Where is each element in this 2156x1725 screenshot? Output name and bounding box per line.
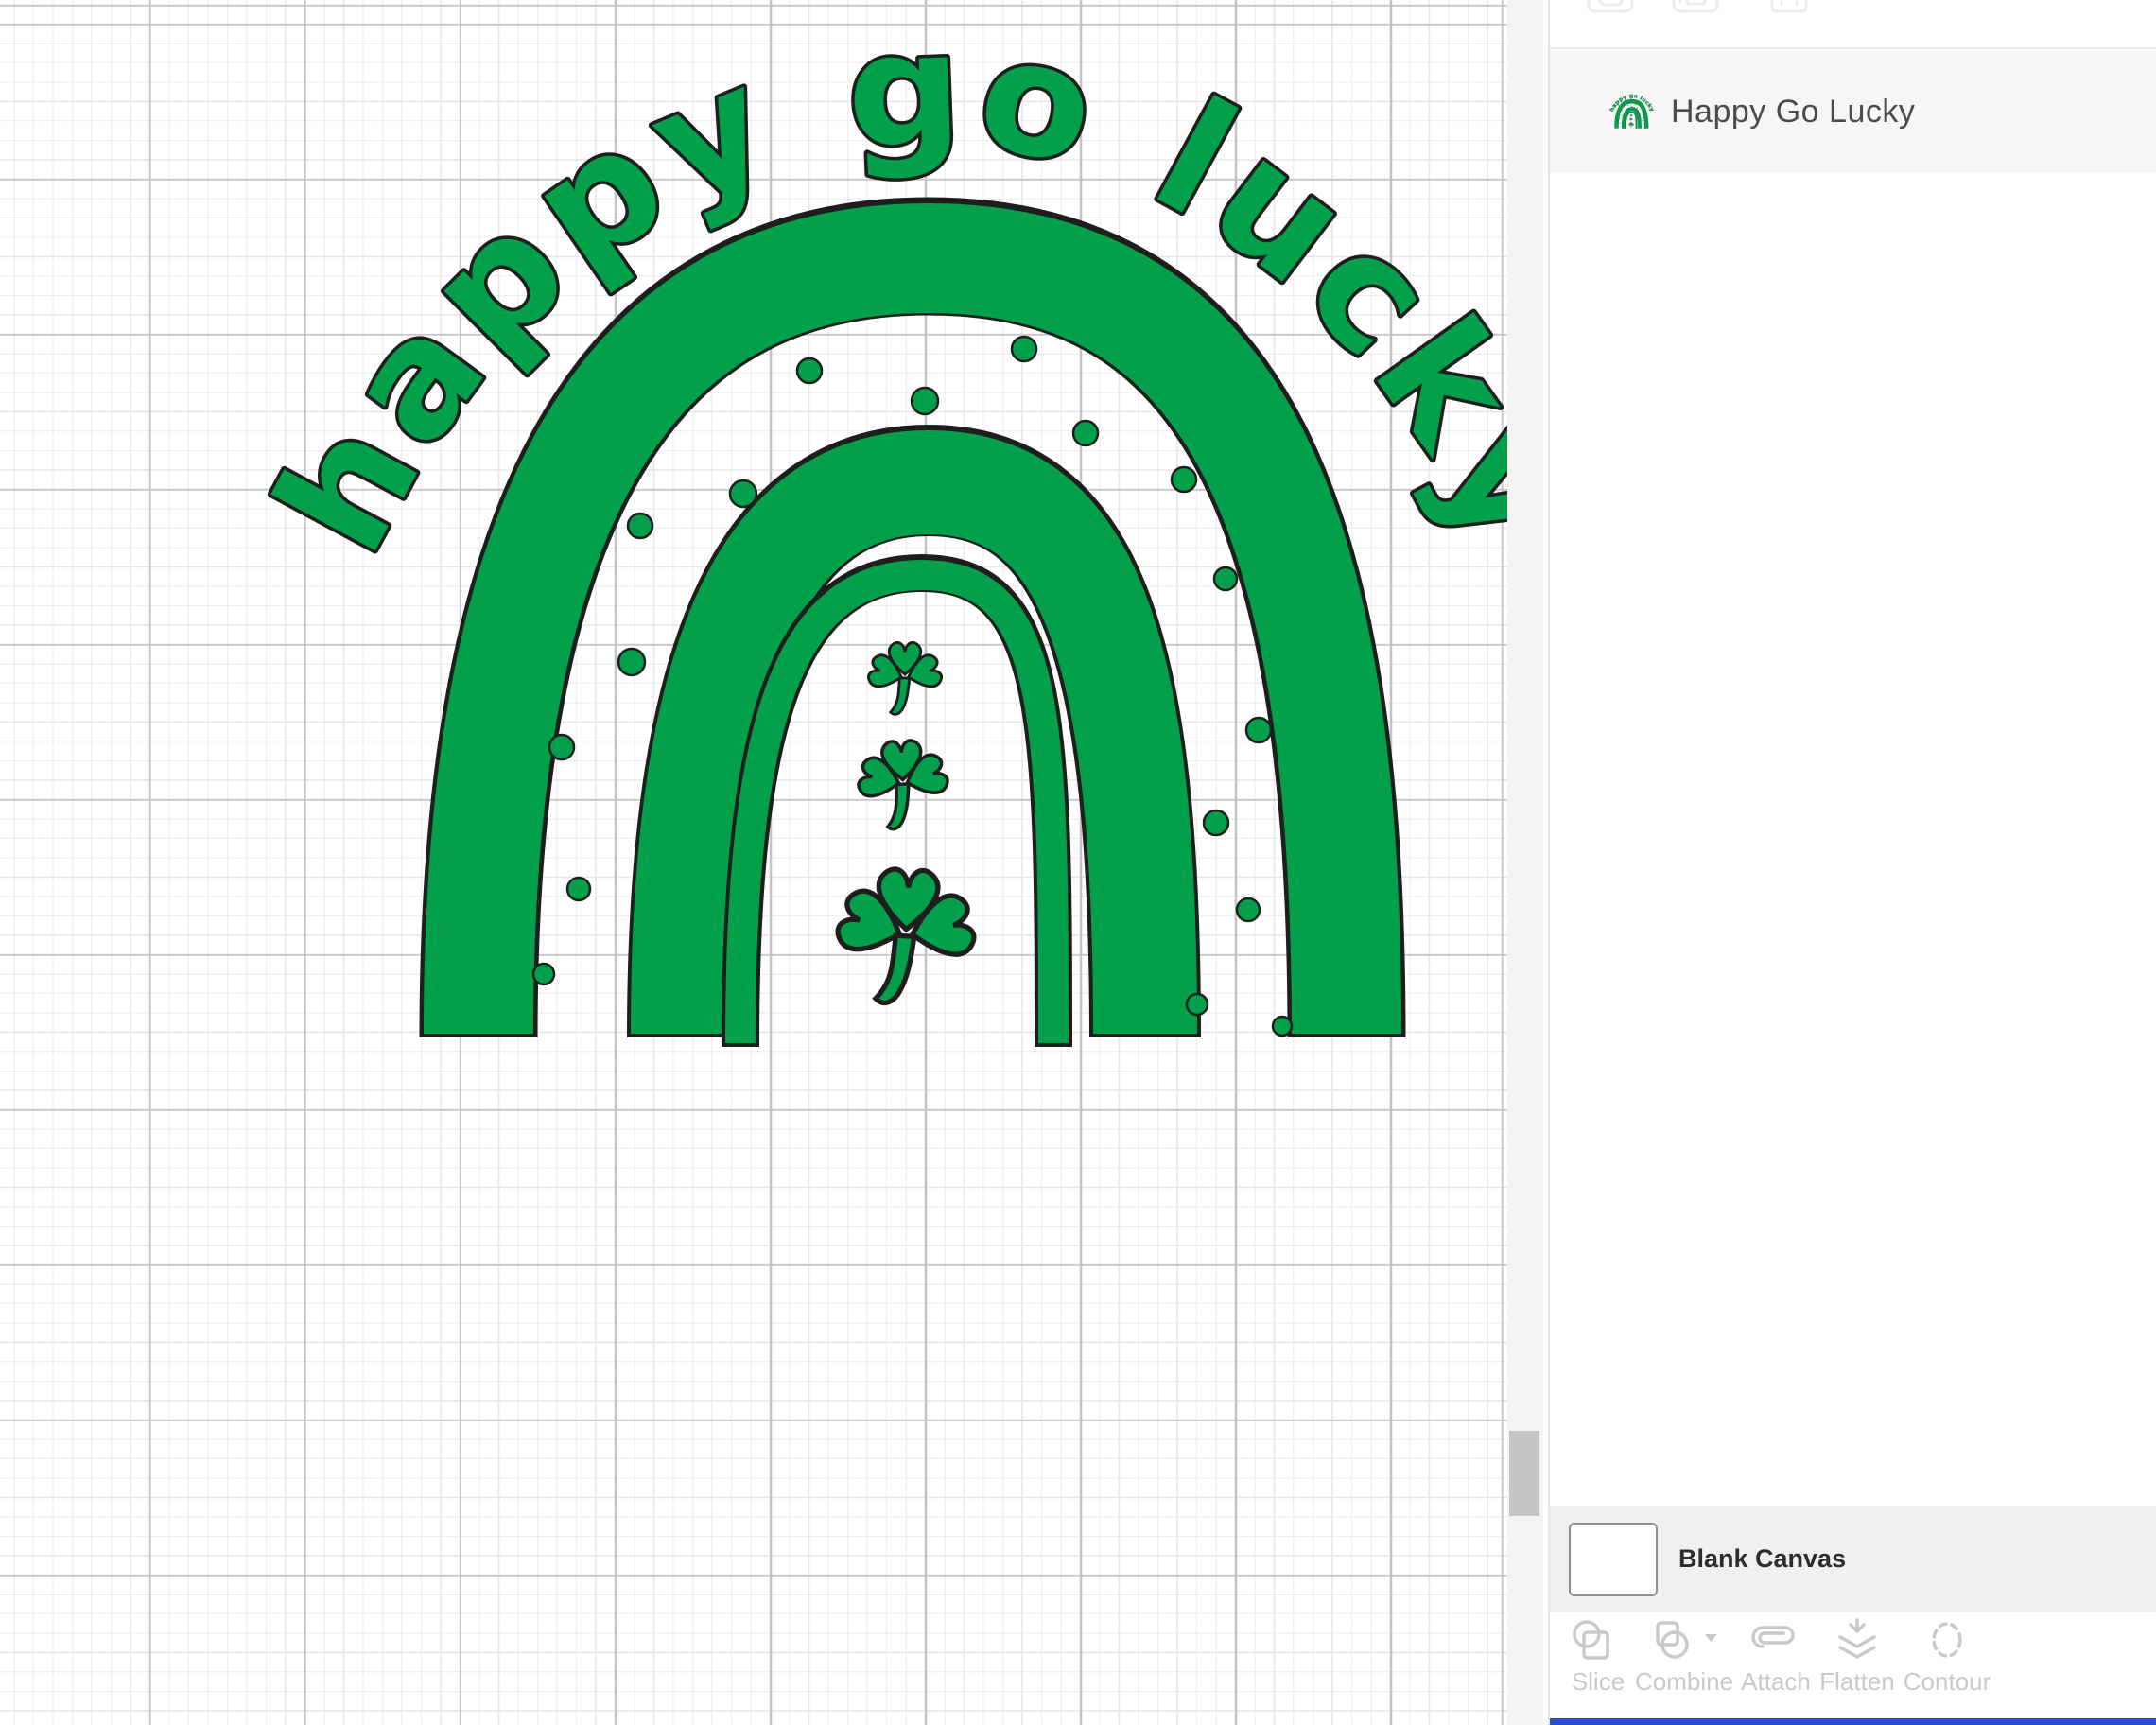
- happy-go-lucky-design[interactable]: happy go lucky: [238, 0, 1507, 1048]
- rainbow-dot[interactable]: [1244, 716, 1273, 744]
- blank-canvas-label: Blank Canvas: [1678, 1544, 1847, 1573]
- rainbow-dot[interactable]: [795, 357, 824, 385]
- attach-button[interactable]: Attach: [1730, 1618, 1821, 1697]
- combine-label: Combine: [1634, 1667, 1734, 1696]
- rainbow-dot[interactable]: [626, 512, 654, 540]
- shamrock[interactable]: [830, 866, 981, 1008]
- slice-icon: [1573, 1620, 1609, 1660]
- cricut-design-space-window: happy go lucky: [0, 0, 2156, 1725]
- rainbow-dot[interactable]: [531, 962, 556, 986]
- combine-icon: [1656, 1621, 1717, 1659]
- vertical-scrollbar-thumb[interactable]: [1509, 1431, 1539, 1516]
- contour-icon: [1932, 1622, 1962, 1658]
- layer-label: Happy Go Lucky: [1671, 93, 1916, 130]
- layers-panel: Happy Go Lucky Blank Canvas Slice Combin…: [1548, 0, 2156, 1725]
- vertical-scrollbar-track[interactable]: [1507, 0, 1543, 1725]
- flatten-label: Flatten: [1819, 1667, 1895, 1696]
- design-canvas-grid[interactable]: happy go lucky: [0, 0, 1507, 1725]
- rainbow-dot[interactable]: [1271, 1015, 1294, 1037]
- rainbow-dot[interactable]: [617, 647, 647, 677]
- flatten-icon: [1838, 1618, 1876, 1659]
- bottom-accent-bar: [1550, 1718, 2156, 1725]
- slice-label: Slice: [1571, 1667, 1626, 1696]
- rainbow-dot[interactable]: [910, 386, 940, 416]
- rainbow-dot[interactable]: [1185, 992, 1209, 1017]
- canvas-artwork-svg: happy go lucky: [238, 0, 1507, 1048]
- rainbow-dot[interactable]: [1202, 809, 1230, 837]
- combine-button[interactable]: Combine: [1635, 1618, 1733, 1697]
- trash-icon[interactable]: [1770, 0, 1808, 13]
- layers-panel-header: [1587, 0, 1808, 13]
- duplicate-icon[interactable]: [1672, 0, 1719, 13]
- contour-label: Contour: [1903, 1667, 1991, 1696]
- rainbow-dot[interactable]: [1212, 566, 1239, 592]
- layer-row-happy-go-lucky[interactable]: Happy Go Lucky: [1550, 50, 2156, 173]
- contour-button[interactable]: Contour: [1902, 1618, 1992, 1697]
- flatten-button[interactable]: Flatten: [1812, 1618, 1903, 1697]
- rainbow-dot[interactable]: [1170, 465, 1198, 494]
- rainbow-dot[interactable]: [565, 876, 592, 902]
- rainbow-dot[interactable]: [1010, 335, 1038, 363]
- rainbow-dot[interactable]: [1235, 897, 1261, 923]
- panel-divider: [1550, 47, 2156, 49]
- shamrocks[interactable]: [830, 642, 981, 1007]
- attach-label: Attach: [1741, 1667, 1811, 1696]
- shamrock[interactable]: [854, 739, 952, 831]
- rainbow-dot[interactable]: [1071, 419, 1100, 447]
- blank-canvas-swatch[interactable]: [1569, 1522, 1658, 1596]
- rainbow-dot[interactable]: [548, 733, 576, 761]
- shamrock[interactable]: [866, 642, 943, 714]
- chevron-down-icon: [1705, 1634, 1717, 1642]
- slice-button[interactable]: Slice: [1553, 1618, 1643, 1697]
- layer-thumbnail-rainbow-icon: [1609, 92, 1655, 131]
- group-icon[interactable]: [1587, 0, 1634, 13]
- layers-toolbar: Slice Combine Attach Flatten Contour: [1550, 1612, 2156, 1718]
- canvas-layer-row[interactable]: Blank Canvas: [1550, 1506, 2156, 1612]
- attach-icon: [1751, 1626, 1795, 1648]
- rainbow-dot[interactable]: [728, 479, 758, 509]
